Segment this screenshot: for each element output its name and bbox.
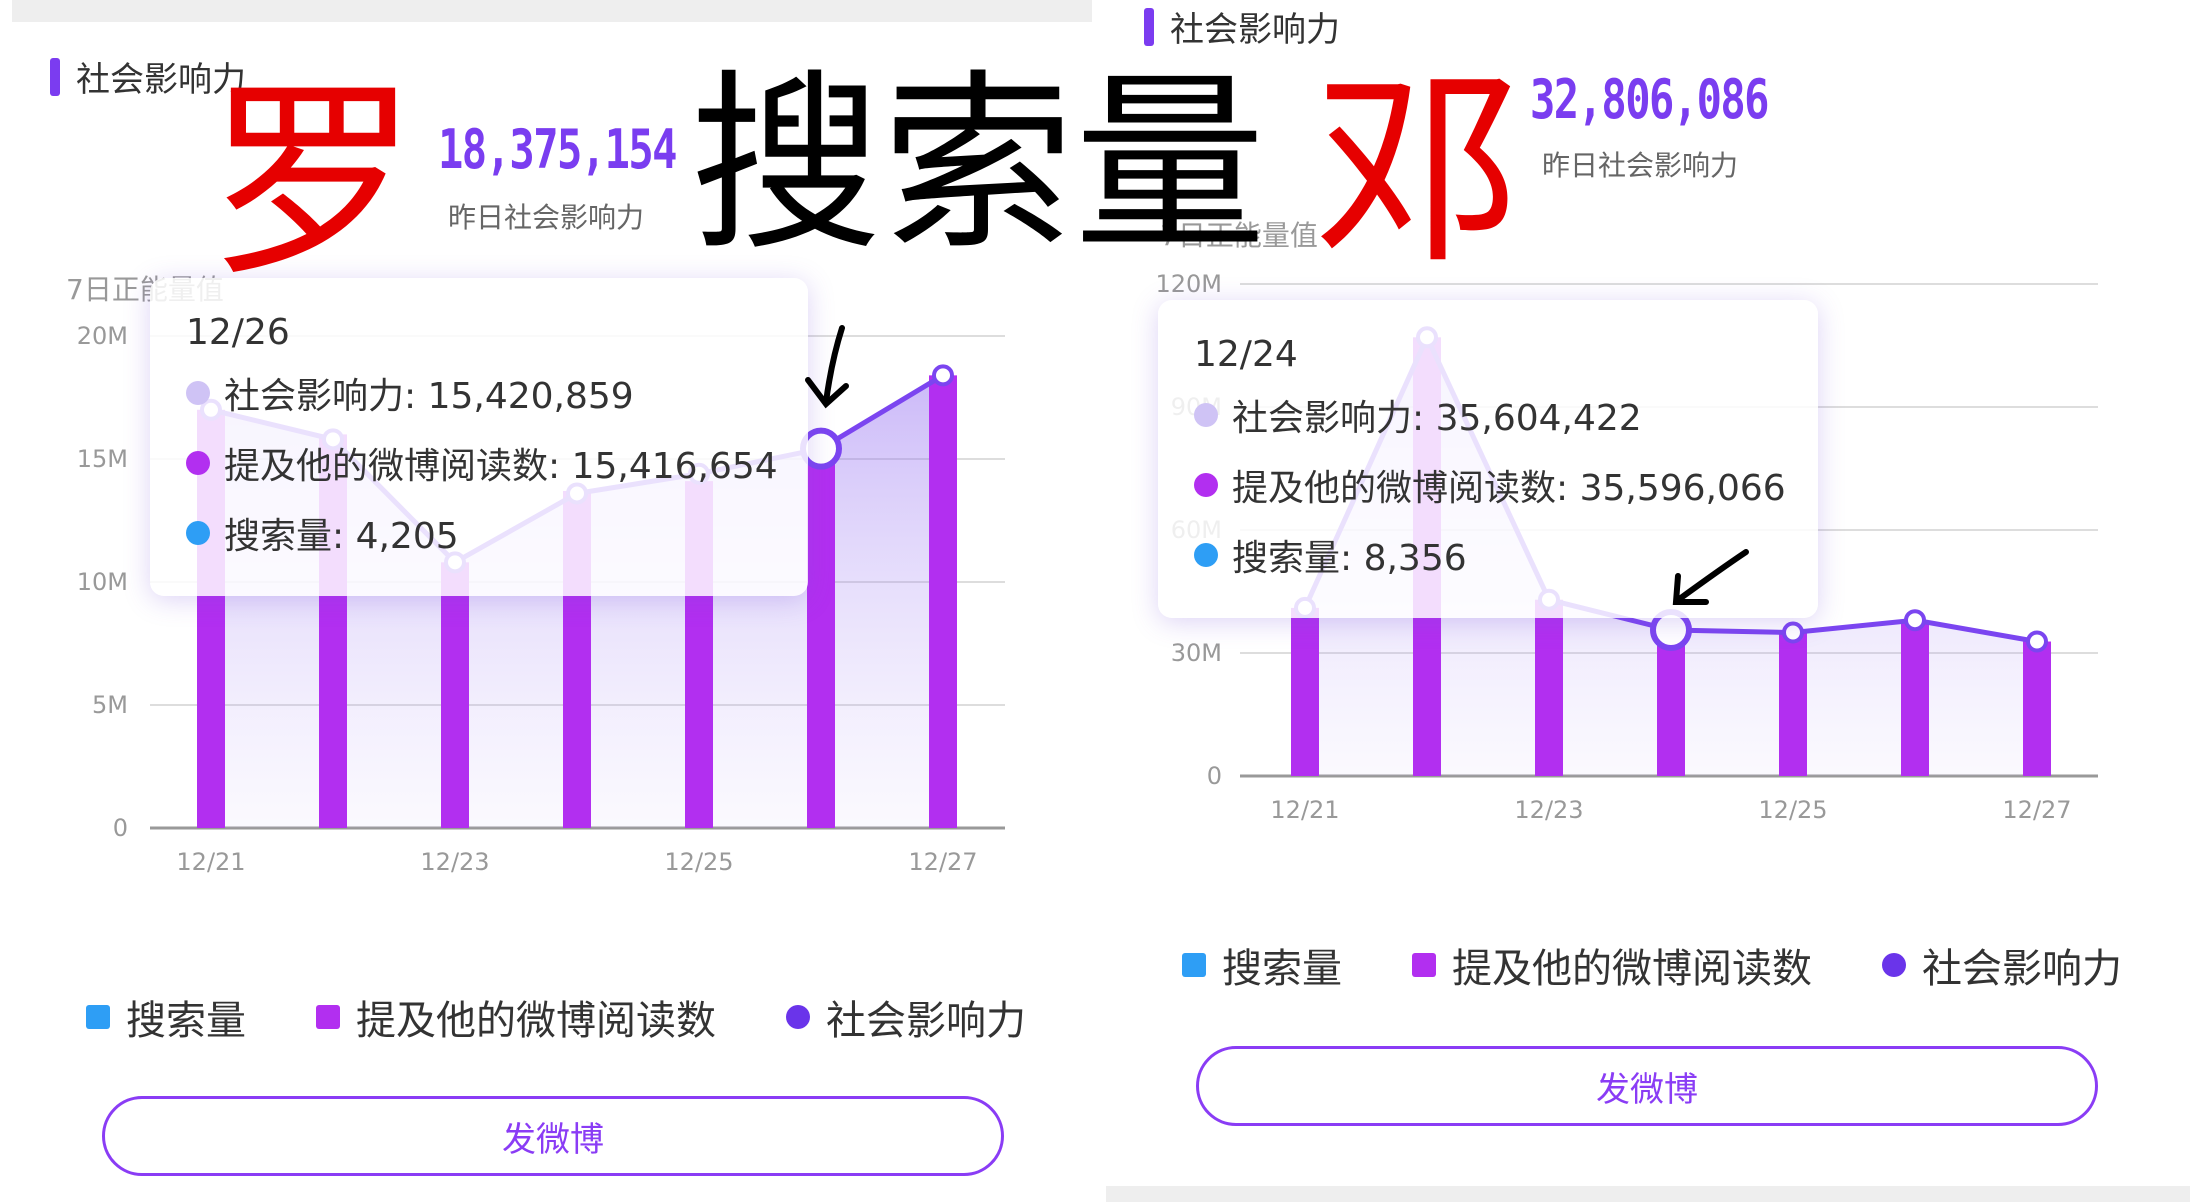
arrow-annotation-right [1672,549,1749,605]
annotation-arrows [805,325,1749,605]
arrow-annotation-left [805,325,849,409]
